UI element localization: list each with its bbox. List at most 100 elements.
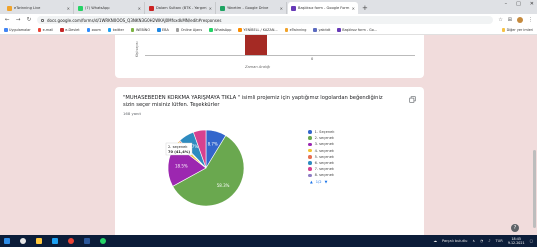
tab-close-icon[interactable]: ✕ (352, 6, 355, 11)
bookmark-item[interactable]: EBA (157, 28, 169, 32)
minimize-icon[interactable]: – (505, 1, 508, 7)
bookmark-item[interactable]: twitter (107, 28, 124, 32)
tab-close-icon[interactable]: ✕ (209, 6, 212, 11)
browser-tab[interactable]: Başlıksız form - Google Form ✕ (288, 2, 358, 14)
tab-favicon-icon (149, 5, 154, 11)
new-tab-button[interactable]: + (362, 2, 368, 14)
legend-label: 2. seçenek (314, 136, 335, 141)
volume-icon[interactable]: ♪ (488, 239, 490, 243)
tab-title: (7) WhatsApp (85, 6, 110, 10)
legend-label: 1. Seçenek (314, 130, 335, 135)
profile-avatar[interactable] (517, 17, 523, 23)
browser-tab[interactable]: Dalam Sultanı (BTK - Yargım) ✕ (146, 2, 216, 14)
weather-text: Parçalı bulutlu (441, 239, 468, 243)
edge-icon[interactable] (52, 238, 58, 244)
legend-label: 7. seçenek (314, 167, 335, 172)
whatsapp-icon[interactable] (100, 238, 106, 244)
legend-swatch (308, 136, 312, 141)
reload-icon[interactable]: ↻ (26, 17, 32, 23)
legend-swatch (308, 155, 312, 159)
legend-swatch (308, 161, 312, 165)
weather-icon[interactable]: ☁ (433, 239, 437, 243)
tab-favicon-icon (78, 5, 83, 11)
bookmark-label: e-mail (42, 28, 54, 32)
maximize-icon[interactable]: □ (516, 1, 521, 7)
previous-chart-card: Kişi sayısı 0 Zaman Aralığı (115, 35, 424, 78)
language-indicator[interactable]: TUR (495, 239, 502, 243)
prev-chart-baseline (145, 55, 415, 56)
bookmark-item[interactable]: Başlıksız form - Go... (337, 28, 377, 32)
pager-text: 1/2 (315, 179, 322, 184)
bookmark-item[interactable]: e-mail (37, 28, 54, 32)
slice-label: 58.3% (217, 183, 230, 188)
prev-chart-tick: 0 (311, 57, 314, 61)
network-icon[interactable]: ◔ (480, 239, 483, 243)
help-button[interactable]: ? (511, 224, 519, 232)
copy-chart-icon[interactable] (409, 96, 416, 103)
browser-tab[interactable]: (7) WhatsApp ✕ (75, 2, 145, 14)
bookmark-label: twitter (112, 28, 124, 32)
clock[interactable]: 18:45 9.12.2021 (508, 237, 525, 245)
legend-pager[interactable]: ▲ 1/2 ▼ (308, 179, 334, 185)
notifications-icon[interactable]: ▢ (530, 239, 533, 243)
pager-next-icon[interactable]: ▼ (325, 180, 328, 184)
other-bookmarks-label: Diğer yer imleri (506, 28, 533, 32)
browser-tab[interactable]: Yönetim - Google Drive ✕ (217, 2, 287, 14)
bookmark-favicon-icon (130, 28, 135, 32)
start-icon[interactable] (4, 238, 10, 244)
legend-label: 5. seçenek (314, 154, 335, 159)
bookmark-item[interactable]: WEBİNO (130, 28, 151, 32)
tooltip-text: 2. seçenek (168, 145, 188, 149)
tab-close-icon[interactable]: ✕ (138, 6, 141, 11)
forward-icon[interactable]: → (15, 17, 21, 23)
bookmarks-bar: Uygulamalar e-mail e-Devlet zoom twitter WEBİ… (0, 26, 537, 35)
bookmark-favicon-icon (175, 28, 180, 32)
scrollbar-thumb[interactable] (533, 150, 536, 228)
bookmark-item[interactable]: yakıtdt (313, 28, 330, 32)
chrome-icon[interactable] (68, 238, 74, 244)
search-icon[interactable] (20, 238, 26, 244)
word-icon[interactable] (84, 238, 90, 244)
prev-chart-xlabel: Zaman Aralığı (245, 65, 271, 69)
bookmark-item[interactable]: eTwinning (284, 28, 306, 32)
tab-title: Başlıksız form - Google Form (298, 6, 350, 10)
bookmark-label: EBA (162, 28, 169, 32)
legend-swatch (308, 167, 312, 172)
browser-tab[interactable]: eTwinning Live ✕ (4, 2, 74, 14)
tooltip-text: 70 (41,4%) (168, 150, 190, 154)
menu-icon[interactable]: ⋮ (528, 17, 533, 23)
file-explorer-icon[interactable] (36, 238, 42, 244)
bookmark-item[interactable]: WhatsApp (209, 28, 231, 32)
address-bar[interactable]: docs.google.com/forms/d/1WRKN0OOS_Q3NKN3… (37, 16, 494, 24)
other-bookmarks[interactable]: Diğer yer imleri (501, 28, 533, 32)
response-count: 168 yanıt (123, 111, 141, 116)
bookmark-favicon-icon (60, 28, 64, 32)
close-window-icon[interactable]: ✕ (530, 1, 534, 7)
form-responses-page: Kişi sayısı 0 Zaman Aralığı "MUHASEBEDEN… (0, 35, 537, 245)
bookmark-label: Uygulamalar (9, 28, 31, 32)
tab-favicon-icon (220, 5, 225, 11)
bookmark-label: WEBİNO (135, 28, 151, 32)
up-arrow-icon[interactable]: ∧ (472, 239, 475, 243)
bookmark-star-icon[interactable]: ☆ (498, 17, 502, 23)
bookmark-item[interactable]: e-Devlet (60, 28, 80, 32)
legend-label: 6. seçenek (314, 161, 335, 166)
legend-label: 3. seçenek (314, 142, 335, 147)
bookmark-item[interactable]: Uygulamalar (4, 28, 31, 32)
bookmark-favicon-icon (238, 28, 242, 32)
pager-prev-icon[interactable]: ▲ (310, 180, 313, 184)
tab-close-icon[interactable]: ✕ (67, 6, 70, 11)
bookmark-item[interactable]: Online Ajans (175, 28, 203, 32)
bookmark-label: zoom (91, 28, 101, 32)
url-text: docs.google.com/forms/d/1WRKN0OOS_Q3NKN3… (47, 17, 222, 23)
back-icon[interactable]: ← (4, 17, 10, 23)
extensions-icon[interactable]: ⊞ (508, 17, 512, 23)
bookmark-item[interactable]: zoom (86, 28, 101, 32)
bookmark-label: yakıtdt (318, 28, 331, 32)
tab-close-icon[interactable]: ✕ (280, 6, 283, 11)
bookmark-label: Başlıksız form - Go... (342, 28, 378, 32)
tab-title: Yönetim - Google Drive (227, 6, 269, 10)
legend-swatch (308, 130, 312, 134)
bookmark-label: Online Ajans (180, 28, 203, 32)
bookmark-item[interactable]: YENİBELL / KAZAN... (238, 28, 278, 32)
